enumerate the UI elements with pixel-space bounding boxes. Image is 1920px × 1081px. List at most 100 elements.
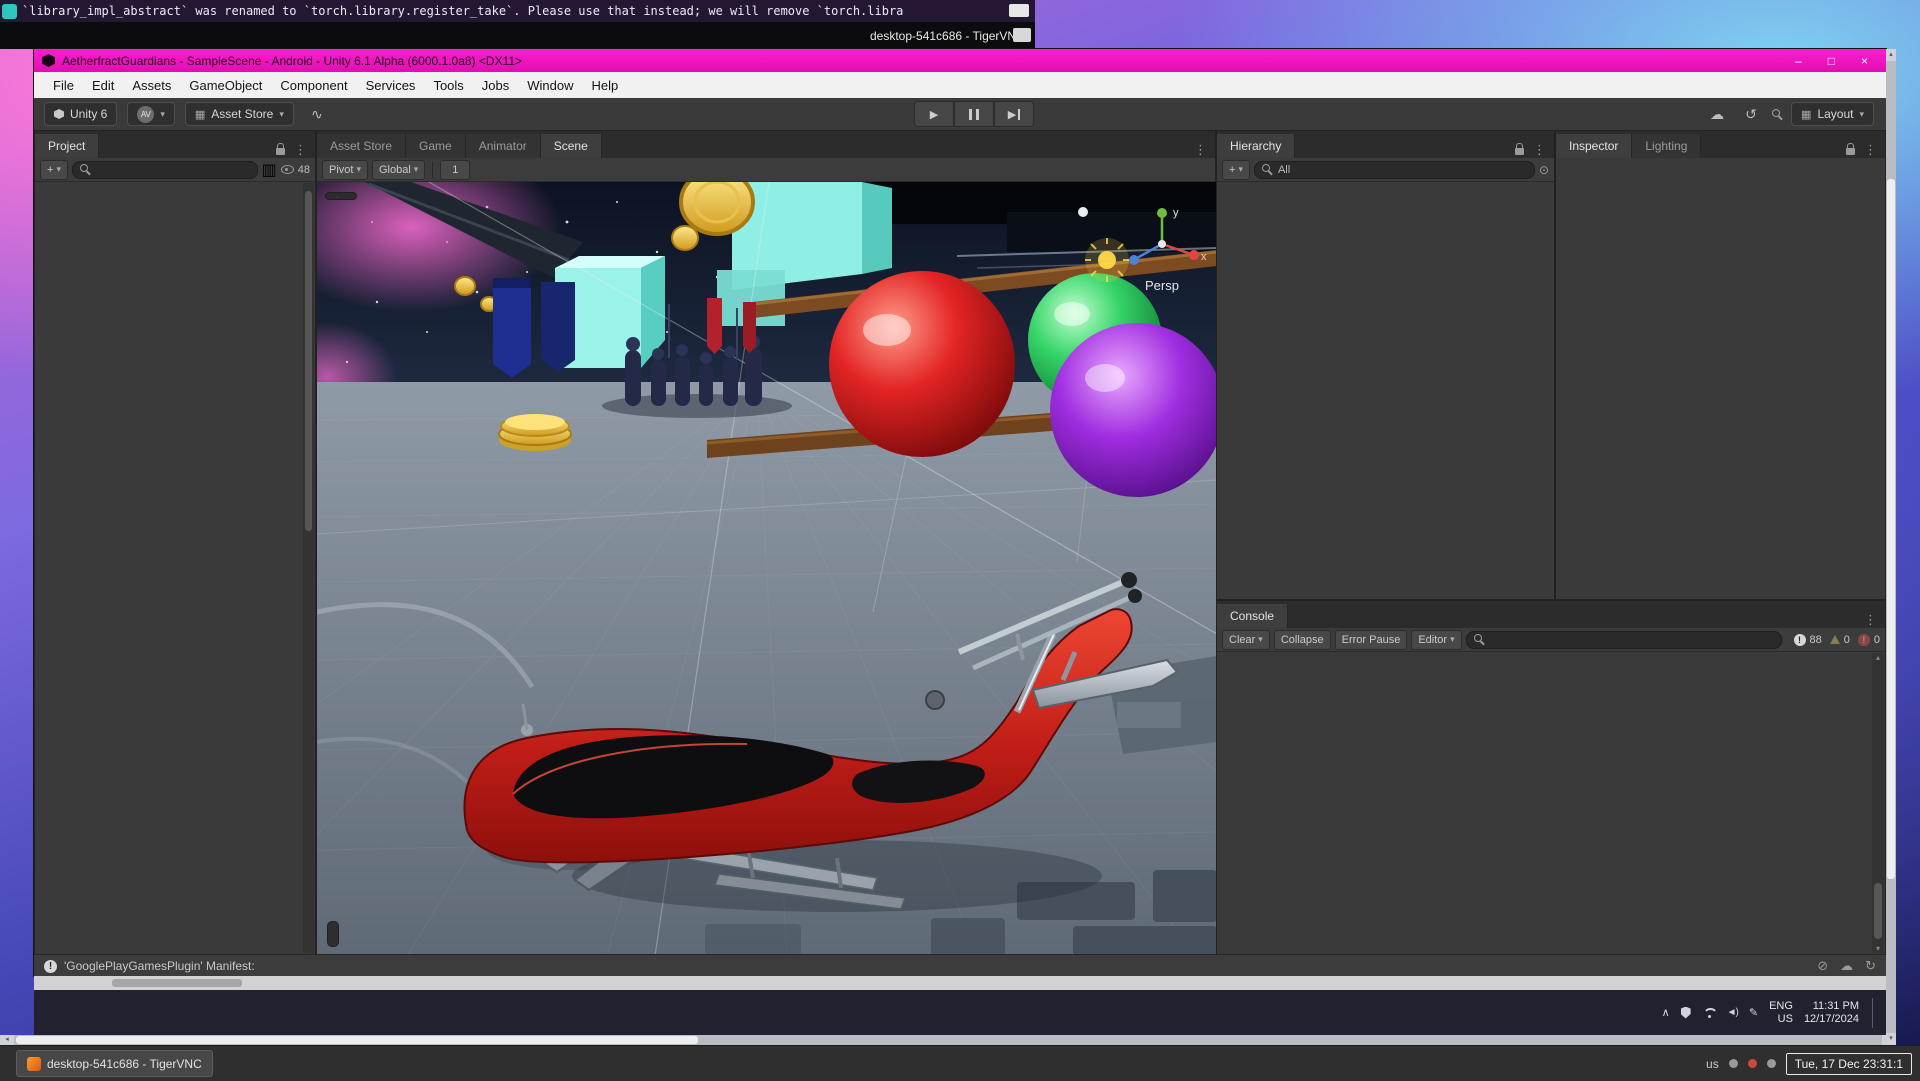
vnc-window-titlebar[interactable]: desktop-541c686 - TigerVNC: [0, 22, 1035, 49]
close-button[interactable]: ×: [1861, 54, 1868, 68]
lock-icon[interactable]: [1846, 148, 1855, 155]
tab-scene[interactable]: Scene: [541, 134, 602, 158]
play-button[interactable]: ▶: [914, 101, 954, 127]
hidden-count-eye-icon[interactable]: [281, 165, 294, 174]
tab-console[interactable]: Console: [1217, 604, 1288, 628]
tray-icon[interactable]: [1748, 1059, 1757, 1068]
global-dropdown[interactable]: Global▾: [372, 160, 425, 180]
background-terminal-window[interactable]: `library_impl_abstract` was renamed to `…: [0, 0, 1035, 22]
pause-button[interactable]: [954, 101, 994, 127]
menu-edit[interactable]: Edit: [83, 72, 123, 98]
tab-game[interactable]: Game: [406, 134, 466, 158]
unity-editor-window: AetherfractGuardians - SampleScene - And…: [34, 49, 1886, 976]
avatar: AV: [137, 106, 154, 123]
unity-version-badge[interactable]: Unity 6: [44, 102, 117, 126]
scroll-up-arrow[interactable]: ▴: [1886, 49, 1896, 61]
error-pause-toggle[interactable]: Error Pause: [1335, 630, 1408, 650]
create-object-button[interactable]: +▾: [1222, 160, 1250, 180]
tab-lighting[interactable]: Lighting: [1632, 134, 1701, 158]
cloud-status-icon[interactable]: ☁: [1840, 958, 1853, 974]
taskbar-window-button[interactable]: desktop-541c686 - TigerVNC: [16, 1050, 213, 1077]
background-tasks-icon[interactable]: ↻: [1865, 958, 1876, 974]
clear-button[interactable]: Clear▾: [1222, 630, 1270, 650]
undo-history-icon[interactable]: ↺: [1738, 106, 1764, 123]
lock-icon[interactable]: [1515, 148, 1524, 155]
vnc-window-controls[interactable]: [1013, 28, 1031, 42]
notifications-muted-icon[interactable]: ⊘: [1817, 958, 1828, 974]
scroll-thumb[interactable]: [1887, 179, 1895, 879]
step-button[interactable]: ▶: [994, 101, 1034, 127]
hierarchy-search-input[interactable]: All: [1254, 161, 1535, 179]
create-asset-button[interactable]: +▾: [40, 160, 68, 180]
network-icon[interactable]: [1702, 1007, 1716, 1018]
menu-component[interactable]: Component: [271, 72, 356, 98]
tab-animator[interactable]: Animator: [466, 134, 541, 158]
unity-version-label: Unity 6: [70, 107, 107, 121]
unity-status-bar[interactable]: ! 'GooglePlayGamesPlugin' Manifest: ⊘ ☁ …: [34, 954, 1886, 976]
security-shield-icon[interactable]: [1681, 1007, 1691, 1019]
scroll-left-arrow[interactable]: ◂: [0, 1035, 14, 1045]
language-indicator[interactable]: ENGUS: [1769, 1000, 1793, 1026]
gizmo-persp-label[interactable]: Persp: [1145, 278, 1179, 293]
warning-count-toggle[interactable]: 0: [1830, 634, 1850, 646]
tab-inspector[interactable]: Inspector: [1556, 134, 1632, 158]
scene-visibility-icon[interactable]: ⊙: [1539, 163, 1549, 177]
menu-tools[interactable]: Tools: [424, 72, 472, 98]
error-count-toggle[interactable]: !0: [1858, 634, 1880, 646]
asset-store-label: Asset Store: [211, 107, 273, 121]
scene-viewport[interactable]: y x Persp: [317, 182, 1217, 956]
cloud-icon[interactable]: ☁: [1704, 106, 1730, 123]
unity-titlebar[interactable]: AetherfractGuardians - SampleScene - And…: [34, 49, 1886, 72]
vnc-horizontal-scrollbar[interactable]: ◂ ▸: [0, 1035, 1896, 1045]
panel-menu-icon[interactable]: ⋮: [294, 142, 307, 158]
menu-file[interactable]: File: [44, 72, 83, 98]
menu-window[interactable]: Window: [518, 72, 582, 98]
panel-menu-icon[interactable]: ⋮: [1864, 142, 1877, 158]
panel-clock[interactable]: Tue, 17 Dec 23:31:1: [1786, 1053, 1912, 1075]
pivot-dropdown[interactable]: Pivot▾: [322, 160, 368, 180]
keyboard-layout-indicator[interactable]: us: [1706, 1057, 1719, 1071]
hierarchy-panel: Hierarchy ⋮ +▾ All ⊙: [1216, 130, 1555, 600]
tab-project[interactable]: Project: [35, 134, 99, 158]
panel-menu-icon[interactable]: ⋮: [1864, 612, 1877, 628]
menu-jobs[interactable]: Jobs: [473, 72, 518, 98]
account-dropdown[interactable]: AV ▾: [127, 102, 175, 126]
snap-increment-field[interactable]: 1: [440, 160, 470, 180]
lock-icon[interactable]: [276, 148, 285, 155]
menu-assets[interactable]: Assets: [123, 72, 180, 98]
asset-store-button[interactable]: ▦ Asset Store ▾: [185, 102, 294, 126]
scroll-thumb[interactable]: [16, 1036, 698, 1044]
services-connector-icon[interactable]: ∿: [304, 106, 330, 123]
status-message[interactable]: 'GooglePlayGamesPlugin' Manifest:: [64, 959, 255, 973]
search-icon[interactable]: [1772, 109, 1783, 120]
panel-menu-icon[interactable]: ⋮: [1533, 142, 1546, 158]
project-search-input[interactable]: [72, 161, 258, 179]
info-count-toggle[interactable]: !88: [1794, 633, 1822, 646]
tab-asset-store[interactable]: Asset Store: [317, 134, 406, 158]
minimize-button[interactable]: –: [1795, 54, 1802, 68]
maximize-button[interactable]: □: [1828, 54, 1835, 68]
terminal-window-control[interactable]: [1009, 4, 1029, 17]
menu-help[interactable]: Help: [583, 72, 628, 98]
tray-icon[interactable]: [1767, 1059, 1776, 1068]
clock-indicator[interactable]: 11:31 PM12/17/2024: [1804, 1000, 1859, 1026]
editor-dropdown[interactable]: Editor▾: [1411, 630, 1461, 650]
panel-menu-icon[interactable]: ⋮: [1194, 142, 1207, 158]
console-scrollbar[interactable]: ▴ ▾: [1872, 653, 1884, 953]
volume-icon[interactable]: ◄): [1727, 1007, 1738, 1018]
menu-gameobject[interactable]: GameObject: [180, 72, 271, 98]
layout-dropdown[interactable]: ▦ Layout ▾: [1791, 102, 1874, 126]
console-search-input[interactable]: [1466, 631, 1782, 649]
scroll-down-arrow[interactable]: ▾: [1886, 1033, 1896, 1045]
menu-services[interactable]: Services: [357, 72, 425, 98]
show-desktop-button[interactable]: [1872, 998, 1876, 1028]
tab-hierarchy[interactable]: Hierarchy: [1217, 134, 1295, 158]
project-filter-icon-0[interactable]: ▥: [262, 160, 277, 180]
pen-icon[interactable]: ✎: [1749, 1006, 1758, 1019]
tray-chevron-icon[interactable]: ∧: [1662, 1006, 1670, 1019]
vnc-vertical-scrollbar[interactable]: ▴ ▾: [1886, 49, 1896, 1045]
collapse-toggle[interactable]: Collapse: [1274, 630, 1331, 650]
tray-icon[interactable]: [1729, 1059, 1738, 1068]
project-scrollbar[interactable]: [303, 183, 314, 953]
scene-toolbar: Pivot▾ Global▾ 1: [317, 158, 1215, 182]
